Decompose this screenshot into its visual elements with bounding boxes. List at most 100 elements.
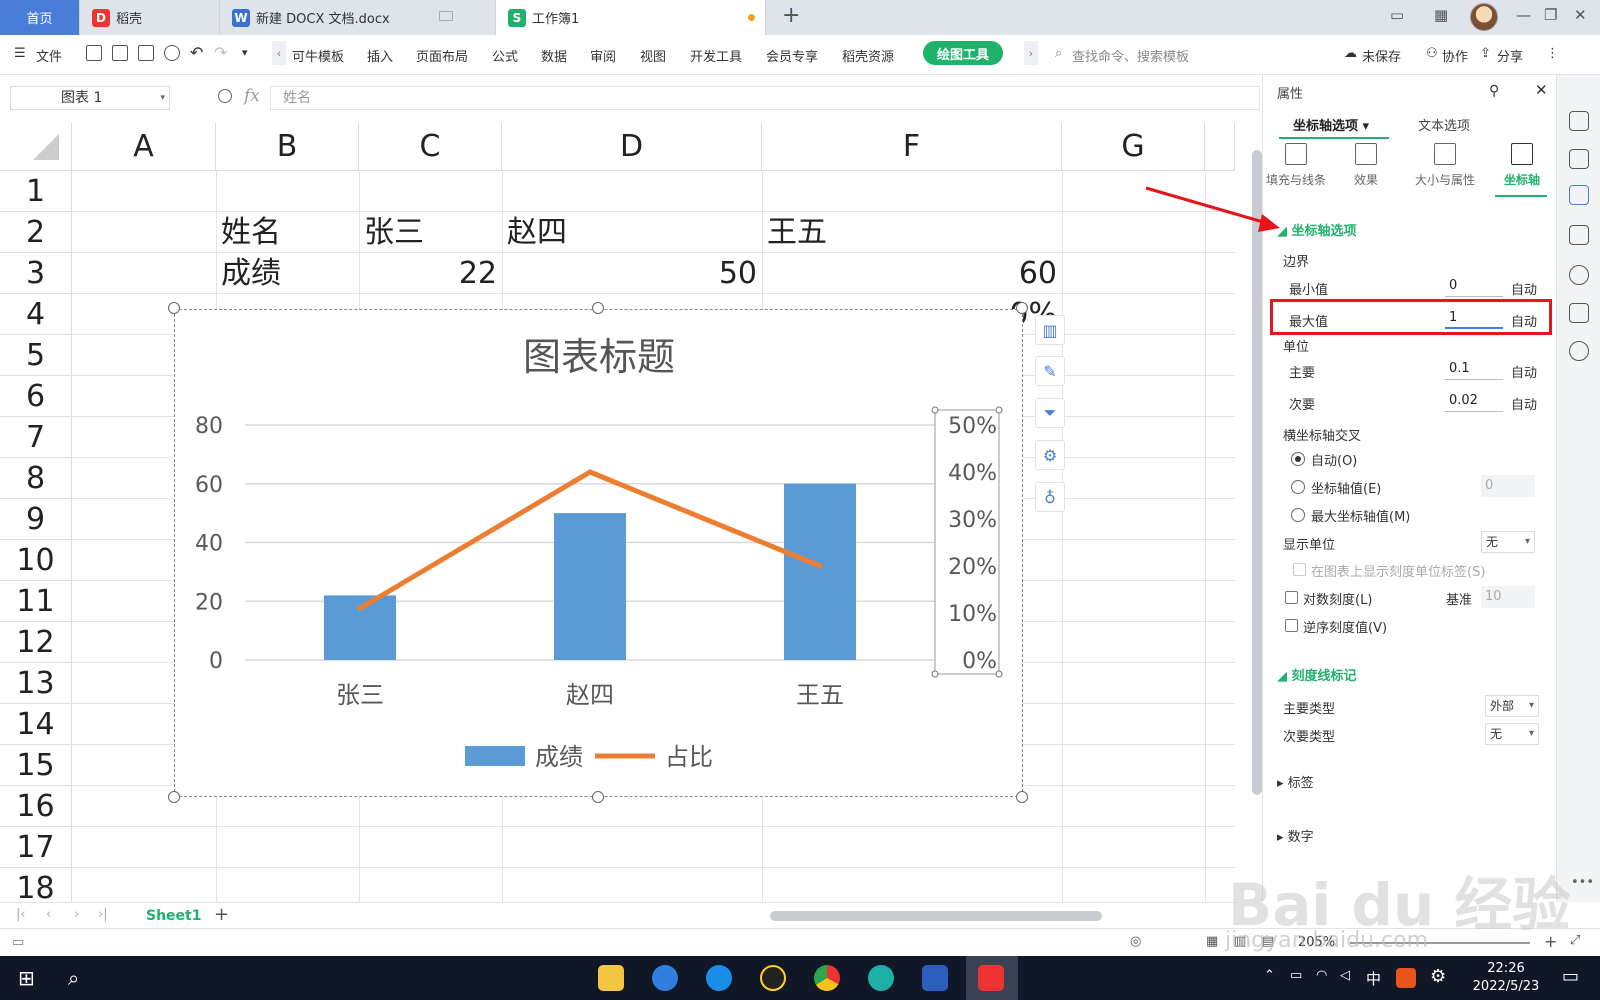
volume-icon[interactable]: ◁ xyxy=(1340,968,1350,983)
menu-insert[interactable]: 插入 xyxy=(367,46,393,65)
cursor-icon[interactable] xyxy=(1569,149,1589,169)
file-explorer-icon[interactable] xyxy=(598,965,624,991)
col-header-d[interactable]: D xyxy=(502,123,762,171)
row-header[interactable]: 10 xyxy=(0,540,72,581)
row-header[interactable]: 4 xyxy=(0,294,72,335)
tab-workbook[interactable]: S 工作簿1 xyxy=(496,0,766,35)
checkbox-log-scale[interactable] xyxy=(1285,591,1298,604)
cell-d3[interactable]: 50 xyxy=(507,253,757,294)
display-unit-select[interactable]: 无 xyxy=(1481,531,1535,553)
horizontal-scrollbar[interactable] xyxy=(770,911,1102,921)
col-header-a[interactable]: A xyxy=(72,123,216,171)
tab-daoke[interactable]: D 稻壳 xyxy=(80,0,220,35)
first-sheet-icon[interactable]: |‹ xyxy=(16,907,26,922)
battery-icon[interactable]: ▭ xyxy=(1290,968,1302,983)
chart-filter-icon[interactable]: ⏷ xyxy=(1035,398,1065,428)
section-labels[interactable]: ▸ 标签 xyxy=(1277,772,1314,791)
macro-icon[interactable]: ▭ xyxy=(12,935,24,950)
settings-gear-icon[interactable]: ⚙ xyxy=(1430,966,1446,987)
apps-grid-icon[interactable]: ▦ xyxy=(1434,6,1448,24)
cross-value-input[interactable]: 0 xyxy=(1481,475,1535,497)
row-header[interactable]: 15 xyxy=(0,745,72,786)
more-tools-icon[interactable]: ••• xyxy=(1571,875,1594,890)
crop-icon[interactable] xyxy=(1569,225,1589,245)
zoom-formula-icon[interactable] xyxy=(218,89,232,103)
lightning-icon[interactable] xyxy=(1569,341,1589,361)
menu-developer[interactable]: 开发工具 xyxy=(690,46,742,65)
sogou-icon[interactable] xyxy=(1396,968,1416,988)
radio-cross-max[interactable] xyxy=(1291,508,1305,522)
cell-f2[interactable]: 王五 xyxy=(767,212,827,253)
row-header[interactable]: 1 xyxy=(0,171,72,212)
sliders-icon[interactable] xyxy=(1569,185,1589,205)
row-header[interactable]: 8 xyxy=(0,458,72,499)
cell-b2[interactable]: 姓名 xyxy=(221,212,281,253)
radio-cross-value[interactable] xyxy=(1291,480,1305,494)
ime-indicator[interactable]: 中 xyxy=(1366,968,1381,989)
cell-d2[interactable]: 赵四 xyxy=(507,212,567,253)
draw-tools-tab[interactable]: 绘图工具 xyxy=(923,41,1003,65)
chart-object[interactable]: 图表标题 80 60 40 20 0 50% 40% 30% 20% 10% 0% 张三 赵四 王五 成绩 占比 xyxy=(174,309,1023,797)
row-header[interactable]: 3 xyxy=(0,253,72,294)
tab-axis[interactable]: 坐标轴 xyxy=(1489,143,1555,188)
panel-title[interactable]: 属性 xyxy=(1277,83,1303,102)
unsaved-status[interactable]: 未保存 xyxy=(1362,46,1401,65)
minimize-icon[interactable]: — xyxy=(1516,6,1531,24)
col-header-b[interactable]: B xyxy=(216,123,359,171)
tab-home[interactable]: 首页 xyxy=(0,0,80,35)
notification-icon[interactable]: ▭ xyxy=(1562,966,1579,987)
radio-cross-auto[interactable] xyxy=(1291,452,1305,466)
resize-handle-se[interactable] xyxy=(1016,791,1028,803)
row-header[interactable]: 12 xyxy=(0,622,72,663)
prev-sheet-icon[interactable]: ‹ xyxy=(46,907,51,922)
major-unit-input[interactable]: 0.1 xyxy=(1445,358,1503,380)
menu-view[interactable]: 视图 xyxy=(640,46,666,65)
print-icon[interactable] xyxy=(138,45,154,61)
more-icon[interactable]: ⋮ xyxy=(1546,46,1559,61)
major-auto-button[interactable]: 自动 xyxy=(1511,362,1537,381)
row-header[interactable]: 6 xyxy=(0,376,72,417)
wifi-icon[interactable]: ◠ xyxy=(1316,968,1327,983)
next-sheet-icon[interactable]: › xyxy=(74,907,79,922)
normal-view-icon[interactable]: ▦ xyxy=(1206,934,1218,949)
menu-review[interactable]: 审阅 xyxy=(590,46,616,65)
tab-size-props[interactable]: 大小与属性 xyxy=(1403,143,1487,188)
section-number[interactable]: ▸ 数字 xyxy=(1277,826,1314,845)
help-icon[interactable] xyxy=(1569,265,1589,285)
minor-type-select[interactable]: 无 xyxy=(1485,723,1539,745)
avatar[interactable] xyxy=(1470,3,1498,31)
row-header[interactable]: 7 xyxy=(0,417,72,458)
scroll-left-icon[interactable]: ‹ xyxy=(272,41,286,65)
row-header[interactable]: 5 xyxy=(0,335,72,376)
tab-axis-options[interactable]: 坐标轴选项 ▾ xyxy=(1293,115,1369,134)
pin-icon[interactable]: ⚲ xyxy=(1489,83,1499,99)
edge-icon[interactable] xyxy=(868,965,894,991)
resize-handle-sw[interactable] xyxy=(168,791,180,803)
minor-auto-button[interactable]: 自动 xyxy=(1511,394,1537,413)
clock[interactable]: 22:26 2022/5/23 xyxy=(1466,960,1546,996)
browser-e-icon[interactable] xyxy=(652,965,678,991)
chart-settings-icon[interactable]: ⚙ xyxy=(1035,440,1065,470)
resize-handle-nw[interactable] xyxy=(168,302,180,314)
tab-text-options[interactable]: 文本选项 xyxy=(1418,115,1470,134)
app-blue-icon[interactable] xyxy=(706,965,732,991)
base-input[interactable]: 10 xyxy=(1481,586,1535,608)
windows-start-icon[interactable]: ⊞ xyxy=(18,966,35,990)
name-box[interactable]: 图表 1 ▾ xyxy=(10,86,170,110)
command-search-input[interactable]: 查找命令、搜索模板 xyxy=(1072,46,1189,65)
tab-effects[interactable]: 效果 xyxy=(1333,143,1399,188)
fx-icon[interactable]: fx xyxy=(244,86,260,106)
col-header-c[interactable]: C xyxy=(359,123,502,171)
search-icon[interactable]: ⌕ xyxy=(68,966,79,990)
export-icon[interactable] xyxy=(112,45,128,61)
col-header-g[interactable]: G xyxy=(1062,123,1205,171)
last-sheet-icon[interactable]: ›| xyxy=(98,907,108,922)
row-header[interactable]: 13 xyxy=(0,663,72,704)
row-header[interactable]: 11 xyxy=(0,581,72,622)
row-header[interactable]: 17 xyxy=(0,827,72,868)
redo-icon[interactable]: ↷ xyxy=(214,43,227,62)
minor-unit-input[interactable]: 0.02 xyxy=(1445,390,1503,412)
resize-handle-ne[interactable] xyxy=(1016,302,1028,314)
menu-formula[interactable]: 公式 xyxy=(492,46,518,65)
min-input[interactable]: 0 xyxy=(1445,275,1503,297)
